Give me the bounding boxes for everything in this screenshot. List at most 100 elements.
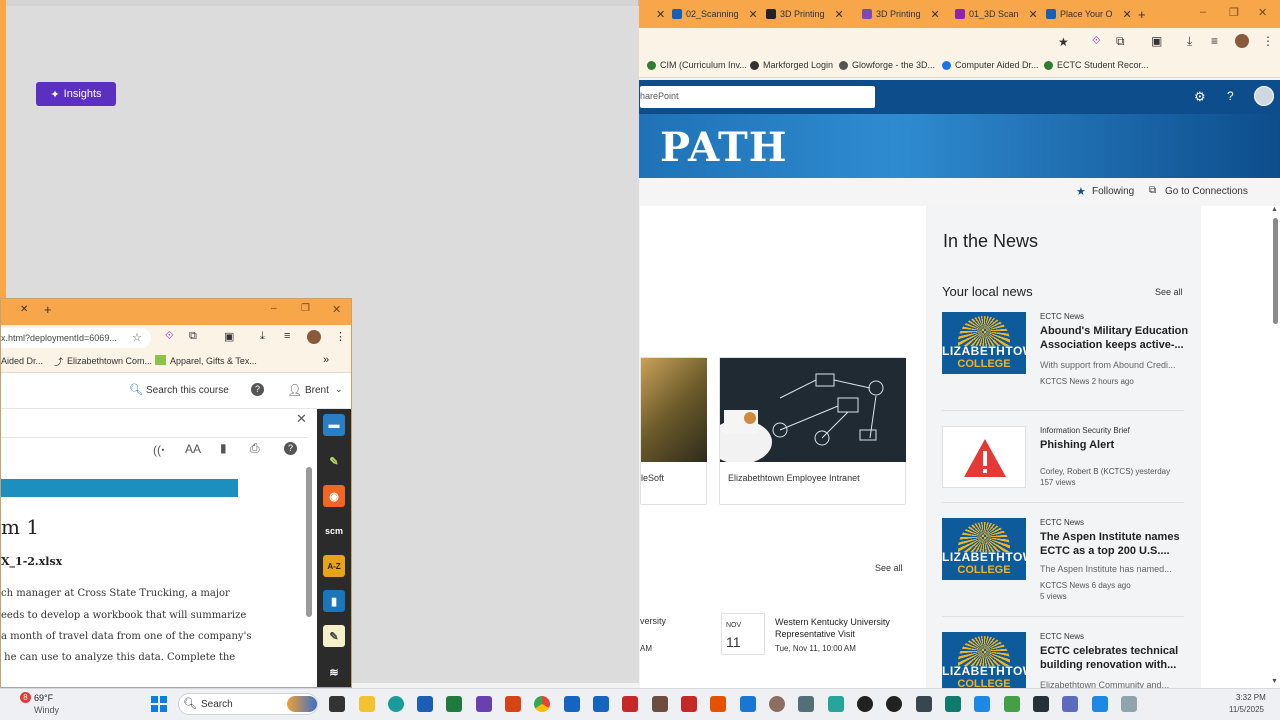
clock-time[interactable]: 3:32 PM (1236, 693, 1266, 702)
media-player-icon[interactable] (886, 696, 902, 712)
puzzle-icon[interactable]: ⧉ (189, 330, 197, 343)
go-to-connections-button[interactable]: Go to Connections (1165, 186, 1248, 197)
reading-list-icon[interactable]: ≡ (1211, 34, 1218, 48)
tab-close-icon[interactable]: ✕ (20, 304, 28, 315)
calculator-icon[interactable] (798, 696, 814, 712)
close-window-button[interactable]: ✕ (1258, 6, 1267, 19)
events-see-all-link[interactable]: See all (875, 563, 903, 573)
tab-3d-printing-2[interactable]: 3D Printing ✕ (862, 5, 940, 23)
scm-icon[interactable]: scm (323, 520, 345, 542)
tab-close-icon[interactable]: ✕ (835, 8, 844, 21)
minimize-button[interactable]: – (1200, 6, 1206, 18)
url-field[interactable]: x.html?deploymentId=6069... ☆ (1, 328, 151, 348)
tab-close-icon[interactable]: ✕ (931, 8, 940, 21)
tab-close-icon[interactable]: ✕ (749, 8, 758, 21)
bookmark-star-icon[interactable]: ☆ (132, 331, 142, 344)
outlook-icon[interactable] (740, 696, 756, 712)
tab-close-left[interactable]: ✕ (650, 5, 665, 23)
app-a-icon[interactable] (622, 696, 638, 712)
star-icon[interactable]: ★ (1058, 35, 1069, 49)
weather-temp[interactable]: 69°F (34, 693, 53, 703)
search-course-input[interactable]: Search this course (146, 385, 229, 396)
windows-start-icon[interactable] (151, 696, 167, 712)
app-green-icon[interactable] (828, 696, 844, 712)
taskbar-search[interactable]: 🔍︎ Search (178, 693, 318, 715)
profile-avatar[interactable] (307, 330, 321, 344)
new-tab-button[interactable]: + (44, 302, 52, 317)
bookmark-apparel[interactable]: Apparel, Gifts & Tex... (170, 356, 257, 366)
maximize-button[interactable]: ❐ (301, 303, 310, 314)
app-r2-icon[interactable] (593, 696, 609, 712)
speech-icon[interactable]: ≋ (323, 661, 345, 683)
tab-01-3d-scan[interactable]: 01_3D Scan ✕ (955, 5, 1038, 23)
insights-button[interactable]: ✦ Insights (36, 82, 116, 106)
menu-icon[interactable]: ⋮ (335, 330, 346, 343)
app-round-icon[interactable] (769, 696, 785, 712)
app-blue-icon[interactable] (1092, 696, 1108, 712)
chrome-icon[interactable] (534, 696, 550, 712)
bookmark-elizabethtown[interactable]: Elizabethtown Com... (67, 356, 152, 366)
help-icon[interactable]: ? (251, 383, 264, 396)
download-icon[interactable]: ⤓ (1187, 34, 1192, 49)
powerpoint-icon[interactable] (505, 696, 521, 712)
extension-icon[interactable]: ⟐ (1092, 35, 1101, 48)
news-item[interactable]: LIZABETHTOWNCOLLEGE ECTC News The Aspen … (942, 518, 1184, 610)
app-grey-icon[interactable] (1121, 696, 1137, 712)
close-reader-icon[interactable]: ✕ (296, 411, 307, 427)
app-ship-icon[interactable] (916, 696, 932, 712)
rss-icon[interactable]: ◉ (323, 485, 345, 507)
print-icon[interactable]: ⎙ (250, 441, 260, 456)
news-item[interactable]: LIZABETHTOWNCOLLEGE ECTC News Abound's M… (942, 312, 1188, 404)
bookmark-cad[interactable]: Aided Dr... (1, 356, 43, 366)
book-icon[interactable]: ▮ (323, 590, 345, 612)
bookmark-cad[interactable]: Computer Aided Dr... (942, 60, 1039, 70)
text-size-icon[interactable]: AA (185, 442, 201, 456)
page-scrollbar[interactable]: ▲ ▼ (1270, 206, 1280, 688)
app-teams2-icon[interactable] (1062, 696, 1078, 712)
new-tab-button[interactable]: + (1138, 5, 1146, 23)
tab-02-scanning[interactable]: 02_Scanning ✕ (672, 5, 758, 23)
user-avatar[interactable] (1254, 86, 1274, 106)
puzzle-icon[interactable]: ⧉ (1116, 34, 1125, 49)
task-view-icon[interactable] (329, 696, 345, 712)
reader-help-icon[interactable]: ? (284, 442, 297, 455)
app-card-employee-intranet[interactable]: Elizabethtown Employee Intranet (719, 357, 906, 505)
event-title[interactable]: Western Kentucky University Representati… (775, 616, 905, 640)
highlighter-icon[interactable]: ✎ (323, 450, 345, 472)
briefcase-icon[interactable]: ▬ (323, 414, 345, 436)
app-teal-icon[interactable] (945, 696, 961, 712)
app-a2-icon[interactable] (681, 696, 697, 712)
tab-close-icon[interactable]: ✕ (1123, 8, 1132, 21)
menu-icon[interactable]: ⋮ (1262, 34, 1274, 48)
file-explorer-icon[interactable] (359, 696, 375, 712)
clock-date[interactable]: 11/5/2025 (1229, 705, 1264, 714)
bookmark-markforged[interactable]: Markforged Login (750, 60, 833, 70)
close-window-button[interactable]: ✕ (332, 303, 341, 316)
app-camera-icon[interactable] (1033, 696, 1049, 712)
tab-place-your-order[interactable]: Place Your O ✕ (1046, 5, 1132, 23)
app-3d-icon[interactable] (652, 696, 668, 712)
extension-icon[interactable]: ⟐ (165, 330, 174, 343)
reading-list-icon[interactable]: ≡ (284, 330, 290, 342)
bookmark-cim[interactable]: CIM (Curriculum Inv... (647, 60, 747, 70)
news-item[interactable]: LIZABETHTOWNCOLLEGE ECTC News ECTC celeb… (942, 632, 1184, 688)
audio-read-icon[interactable]: ((ꞏ (153, 441, 165, 458)
app-c-icon[interactable] (974, 696, 990, 712)
app-dark-icon[interactable] (857, 696, 873, 712)
weather-desc[interactable]: Windy (34, 705, 59, 715)
excel-icon[interactable] (446, 696, 462, 712)
news-item[interactable]: Information Security Brief Phishing Aler… (942, 426, 1184, 496)
profile-avatar[interactable] (1235, 34, 1249, 48)
bookmark-icon[interactable]: ▮ (220, 441, 227, 455)
app-card-peoplesoft[interactable]: leSoft (640, 357, 707, 505)
tab-close-icon[interactable]: ✕ (1029, 8, 1038, 21)
chevron-down-icon[interactable]: ⌄ (335, 384, 343, 395)
minimize-button[interactable]: – (271, 303, 277, 314)
tab-3d-printing-1[interactable]: 3D Printing ✕ (766, 5, 844, 23)
download-icon[interactable]: ⤓ (260, 330, 265, 343)
sidepanel-icon[interactable]: ▣ (224, 330, 234, 343)
following-button[interactable]: Following (1092, 186, 1134, 197)
app-green2-icon[interactable] (1004, 696, 1020, 712)
event-title-fragment[interactable]: versity (640, 616, 666, 626)
sidepanel-icon[interactable]: ▣ (1151, 34, 1162, 48)
